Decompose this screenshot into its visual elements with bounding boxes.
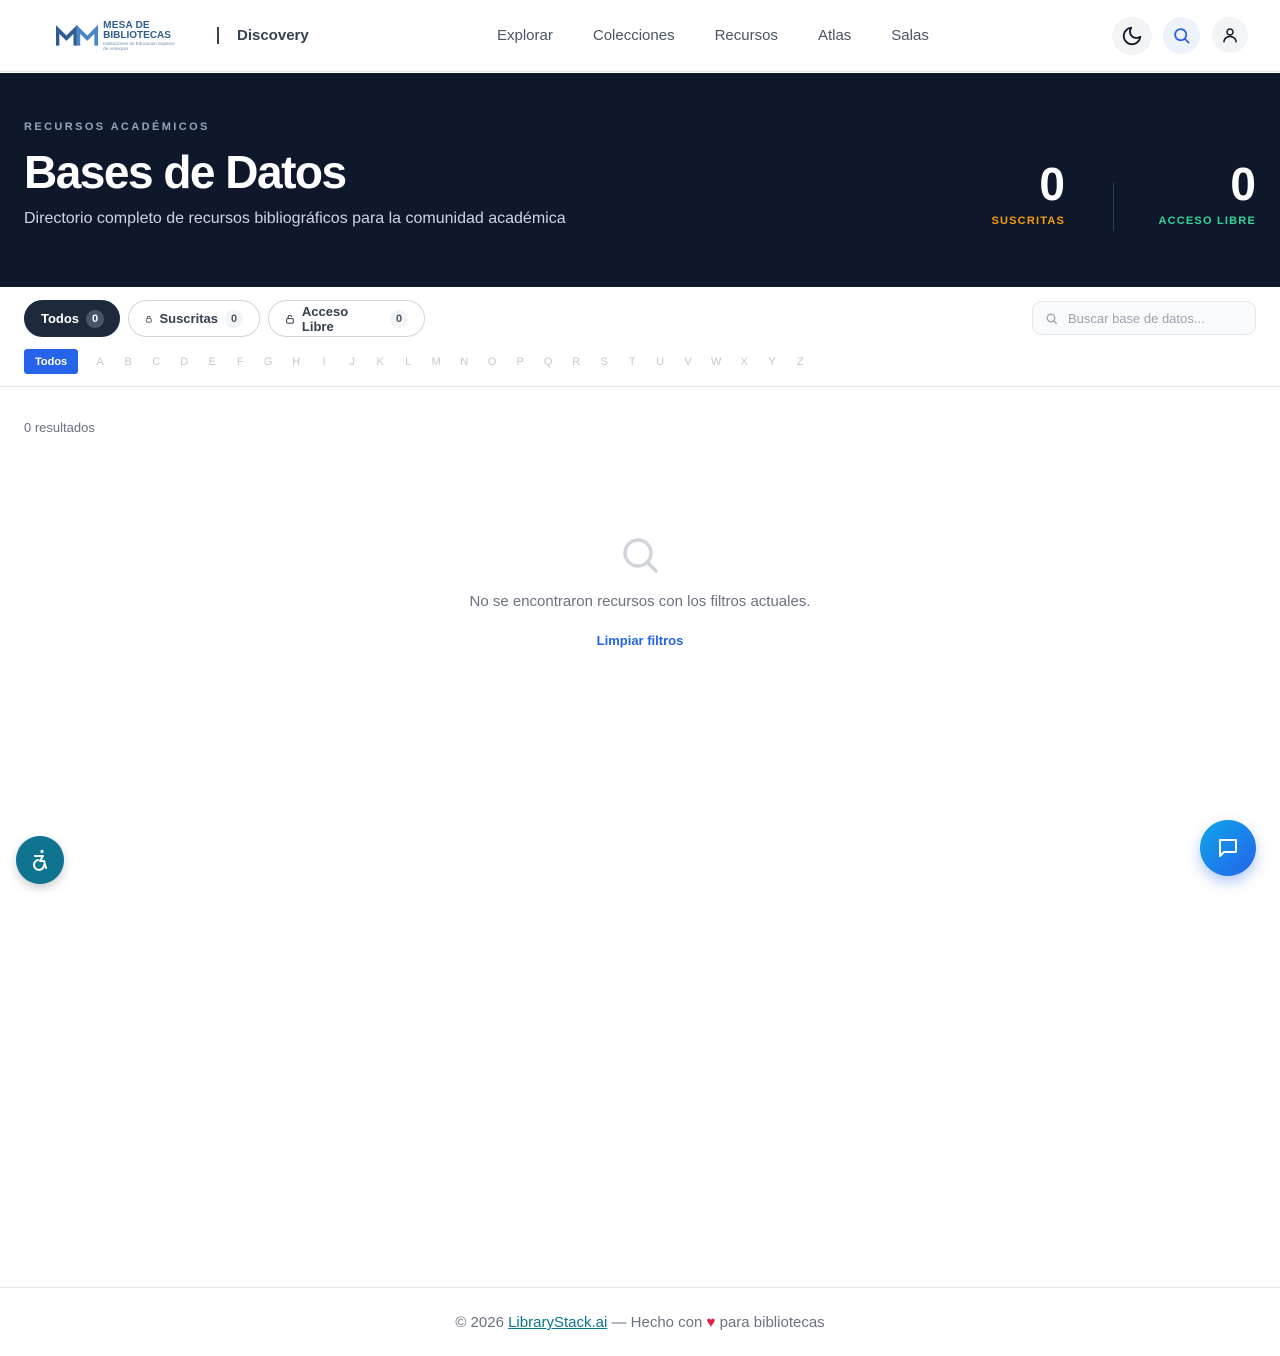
alpha-letter[interactable]: A: [86, 356, 114, 368]
database-search[interactable]: [1032, 301, 1256, 335]
accessibility-icon: [33, 849, 47, 871]
user-icon: [1223, 28, 1237, 43]
logo-line3: Instituciones de Educación Superior de A…: [103, 41, 175, 51]
alpha-letter[interactable]: Y: [758, 356, 786, 368]
lock-icon: [145, 315, 152, 322]
stat-acceso-libre: 0 ACCESO LIBRE: [1158, 161, 1256, 227]
alpha-letter[interactable]: C: [142, 356, 170, 368]
alpha-letter[interactable]: G: [254, 356, 282, 368]
chat-assistant-button[interactable]: [1200, 820, 1256, 876]
alpha-letter[interactable]: R: [562, 356, 590, 368]
stat-suscritas-label: SUSCRITAS: [991, 215, 1065, 227]
alpha-letter[interactable]: D: [170, 356, 198, 368]
stat-acceso-libre-value: 0: [1230, 158, 1256, 210]
alpha-letter[interactable]: Z: [786, 356, 814, 368]
alpha-letter[interactable]: M: [422, 356, 450, 368]
moon-icon: [1122, 26, 1142, 46]
filter-chip-count: 0: [390, 309, 408, 328]
hero-banner: RECURSOS ACADÉMICOS Bases de Datos Direc…: [0, 73, 1280, 287]
nav-recursos[interactable]: Recursos: [715, 27, 778, 44]
results-count: 0 resultados: [24, 420, 95, 435]
main-nav: Explorar Colecciones Recursos Atlas Sala…: [497, 27, 969, 44]
filter-chip-acceso-libre[interactable]: Acceso Libre 0: [268, 300, 425, 337]
brand-separator: [217, 27, 219, 44]
filter-chip-suscritas[interactable]: Suscritas 0: [128, 300, 260, 337]
alpha-letter[interactable]: B: [114, 356, 142, 368]
nav-colecciones[interactable]: Colecciones: [593, 27, 675, 44]
theme-toggle-button[interactable]: [1112, 17, 1152, 55]
database-search-input[interactable]: [1068, 310, 1238, 326]
page-description: Directorio completo de recursos bibliogr…: [24, 210, 566, 227]
alpha-letter[interactable]: F: [226, 356, 254, 368]
stat-suscritas-value: 0: [1039, 158, 1065, 210]
brand-subtitle[interactable]: Discovery: [237, 27, 309, 44]
footer-prefix: © 2026: [455, 1314, 509, 1331]
alpha-letter[interactable]: T: [618, 356, 646, 368]
stat-suscritas: 0 SUSCRITAS: [991, 161, 1065, 227]
alpha-letter[interactable]: S: [590, 356, 618, 368]
page-title: Bases de Datos: [24, 146, 347, 198]
logo-text: MESA DE BIBLIOTECAS Instituciones de Edu…: [103, 21, 176, 51]
user-account-button[interactable]: [1212, 17, 1248, 53]
alpha-letter[interactable]: V: [674, 356, 702, 368]
filter-bar: Todos 0 Suscritas 0 Acceso Libre 0 Todos…: [0, 287, 1280, 387]
search-icon: [1174, 28, 1190, 44]
alpha-letter[interactable]: W: [702, 356, 730, 368]
chat-icon: [1219, 839, 1237, 857]
logo-line2: BIBLIOTECAS: [103, 30, 171, 41]
alpha-letter[interactable]: K: [366, 356, 394, 368]
alpha-letter[interactable]: H: [282, 356, 310, 368]
stat-divider: [1113, 183, 1114, 231]
hero-eyebrow: RECURSOS ACADÉMICOS: [24, 121, 210, 133]
unlock-icon: [286, 314, 294, 324]
alpha-letter[interactable]: E: [198, 356, 226, 368]
filter-chip-count: 0: [225, 309, 243, 328]
nav-salas[interactable]: Salas: [891, 27, 929, 44]
alphabet-filter: Todos A B C D E F G H I J K L M N O P Q …: [24, 349, 814, 374]
empty-state-message: No se encontraron recursos con los filtr…: [469, 593, 811, 610]
top-navbar: MESA DE BIBLIOTECAS Instituciones de Edu…: [0, 0, 1280, 72]
footer-text: © 2026 LibraryStack.ai — Hecho con ♥ par…: [0, 1314, 1280, 1331]
alpha-letter[interactable]: P: [506, 356, 534, 368]
filter-chip-count: 0: [86, 309, 105, 328]
footer-librarystack-link[interactable]: LibraryStack.ai: [508, 1314, 607, 1331]
nav-atlas[interactable]: Atlas: [818, 27, 851, 44]
alpha-letter[interactable]: X: [730, 356, 758, 368]
page-footer: © 2026 LibraryStack.ai — Hecho con ♥ par…: [0, 1287, 1280, 1356]
filter-chip-label: Suscritas: [159, 311, 218, 326]
logo-mark-icon: [56, 24, 99, 46]
stat-acceso-libre-label: ACCESO LIBRE: [1158, 215, 1256, 227]
alpha-letter[interactable]: U: [646, 356, 674, 368]
alpha-letter[interactable]: Q: [534, 356, 562, 368]
header-search-button[interactable]: [1163, 17, 1200, 54]
alpha-letter[interactable]: J: [338, 356, 366, 368]
alpha-letter[interactable]: I: [310, 356, 338, 368]
footer-suffix: para bibliotecas: [715, 1314, 825, 1331]
nav-explorar[interactable]: Explorar: [497, 27, 553, 44]
search-icon: [1046, 313, 1058, 324]
filter-chip-label: Todos: [41, 311, 80, 326]
filter-chip-todos[interactable]: Todos 0: [24, 300, 120, 337]
alpha-letter[interactable]: L: [394, 356, 422, 368]
empty-search-icon: [623, 538, 658, 573]
alpha-letter[interactable]: N: [450, 356, 478, 368]
mesa-bibliotecas-logo[interactable]: MESA DE BIBLIOTECAS Instituciones de Edu…: [56, 20, 176, 52]
clear-filters-link[interactable]: Limpiar filtros: [0, 633, 1280, 648]
alpha-letter[interactable]: O: [478, 356, 506, 368]
filter-chip-label: Acceso Libre: [301, 303, 349, 334]
footer-middle: — Hecho con: [607, 1314, 707, 1331]
accessibility-button[interactable]: [16, 836, 64, 884]
alpha-all-button[interactable]: Todos: [24, 349, 79, 374]
